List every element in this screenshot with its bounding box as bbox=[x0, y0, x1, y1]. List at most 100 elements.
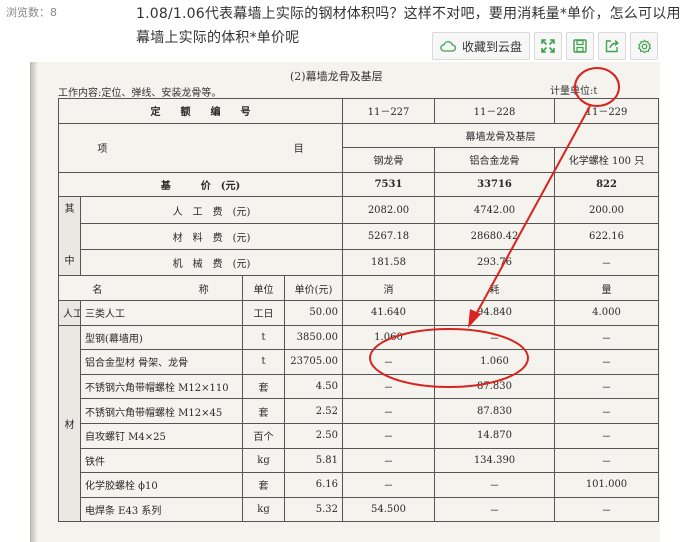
material-group-label: 材 bbox=[58, 324, 81, 523]
row-value: 101.000 bbox=[554, 472, 659, 498]
cost-cell: 181.58 bbox=[342, 249, 435, 277]
code-label: 定 额 编 号 bbox=[58, 98, 343, 124]
unit-header: 单位 bbox=[242, 275, 285, 301]
cost-cell: － bbox=[554, 249, 659, 277]
row-price: 5.81 bbox=[284, 447, 343, 474]
row-unit: 套 bbox=[242, 373, 285, 400]
scanned-document-image: (2)幕墙龙骨及基层 工作内容:定位、弹线、安装龙骨等。 计量单位:t 定 额 … bbox=[30, 62, 660, 542]
code-cell: 11－228 bbox=[434, 98, 555, 124]
cost-label: 材 料 费 (元) bbox=[80, 222, 343, 251]
row-price: 6.16 bbox=[284, 472, 343, 498]
row-value: － bbox=[434, 472, 555, 498]
row-unit: 套 bbox=[242, 472, 285, 498]
row-value: － bbox=[342, 349, 435, 375]
row-name: 不锈钢六角带帽螺栓 M12×110 bbox=[80, 373, 243, 400]
save-button[interactable] bbox=[566, 32, 594, 60]
settings-button[interactable] bbox=[630, 32, 658, 60]
group-header-row: 项 目 幕墙龙骨及基层 bbox=[58, 122, 659, 173]
item-label-2: 目 bbox=[293, 144, 304, 156]
consumption-header: 消 bbox=[342, 275, 435, 301]
share-button[interactable] bbox=[598, 32, 626, 60]
row-unit: 百个 bbox=[242, 422, 285, 449]
row-value: － bbox=[342, 472, 435, 498]
base-price-cell: 33716 bbox=[434, 171, 555, 198]
code-cell: 11－229 bbox=[554, 98, 659, 124]
cost-row: 材 料 费 (元) 5267.18 28680.42 622.16 bbox=[59, 222, 659, 251]
row-name: 化学胶螺栓 ϕ10 bbox=[80, 472, 243, 498]
table-row: 不锈钢六角带帽螺栓 M12×45 套 2.52 － 87.830 － bbox=[59, 398, 659, 424]
base-price-label: 基 价 (元) bbox=[58, 171, 343, 198]
row-value: 87.830 bbox=[434, 373, 555, 400]
table-row: 铁件 kg 5.81 － 134.390 － bbox=[59, 447, 659, 474]
row-value: 41.640 bbox=[342, 299, 435, 326]
row-value: － bbox=[342, 398, 435, 424]
row-value: 94.840 bbox=[434, 299, 555, 326]
row-unit: kg bbox=[242, 447, 285, 474]
row-value: － bbox=[554, 398, 659, 424]
subheader-cell: 钢龙骨 bbox=[342, 147, 435, 173]
code-cell: 11－227 bbox=[342, 98, 435, 124]
row-price: 2.52 bbox=[284, 398, 343, 424]
table-row: 化学胶螺栓 ϕ10 套 6.16 － － 101.000 bbox=[59, 472, 659, 498]
table-row: 自攻螺钉 M4×25 百个 2.50 － 14.870 － bbox=[59, 422, 659, 449]
row-name: 电焊条 E43 系列 bbox=[80, 496, 243, 523]
fullscreen-icon bbox=[541, 39, 555, 53]
base-price-cell: 822 bbox=[554, 171, 659, 198]
row-value: － bbox=[434, 324, 555, 351]
row-value: 87.830 bbox=[434, 398, 555, 424]
row-value: 4.000 bbox=[554, 299, 659, 326]
row-value: 1.060 bbox=[434, 349, 555, 375]
cost-cell: 200.00 bbox=[554, 196, 659, 224]
group-header: 幕墙龙骨及基层 bbox=[342, 122, 659, 149]
table-row: 铝合金型材 骨架、龙骨 t 23705.00 － 1.060 － bbox=[59, 349, 659, 375]
fullscreen-button[interactable] bbox=[534, 32, 562, 60]
item-label-cell: 项 目 bbox=[58, 122, 343, 173]
base-price-cell: 7531 bbox=[342, 171, 435, 198]
cost-cell: 622.16 bbox=[554, 222, 659, 251]
code-row: 定 额 编 号 11－227 11－228 11－229 bbox=[58, 98, 659, 124]
cost-row: 机 械 费 (元) 181.58 293.76 － bbox=[59, 249, 659, 277]
row-unit: t bbox=[242, 324, 285, 351]
image-toolbar: 收藏到云盘 bbox=[432, 32, 658, 60]
row-unit: kg bbox=[242, 496, 285, 523]
row-value: － bbox=[554, 422, 659, 449]
table-row: 人工 三类人工 工日 50.00 41.640 94.840 4.000 bbox=[58, 299, 659, 326]
row-price: 2.50 bbox=[284, 422, 343, 449]
consumption-header: 量 bbox=[554, 275, 659, 301]
measurement-unit: 计量单位:t bbox=[550, 86, 598, 97]
page-edge-shadow bbox=[30, 62, 38, 542]
save-to-cloud-label: 收藏到云盘 bbox=[461, 39, 522, 54]
row-value: － bbox=[342, 422, 435, 449]
document-title: (2)幕墙龙骨及基层 bbox=[290, 70, 383, 83]
row-price: 23705.00 bbox=[284, 349, 343, 375]
row-value: － bbox=[342, 447, 435, 474]
row-value: － bbox=[554, 324, 659, 351]
row-price: 5.32 bbox=[284, 496, 343, 523]
row-value: － bbox=[342, 373, 435, 400]
row-unit: 套 bbox=[242, 398, 285, 424]
settings-icon bbox=[637, 39, 652, 54]
row-value: 1.060 bbox=[342, 324, 435, 351]
row-value: 54.500 bbox=[342, 496, 435, 523]
row-name: 不锈钢六角带帽螺栓 M12×45 bbox=[80, 398, 243, 424]
labor-group-label: 人工 bbox=[58, 299, 81, 326]
table-row: 材 型钢(幕墙用) t 3850.00 1.060 － － bbox=[58, 324, 659, 523]
view-count: 浏览数：8 bbox=[6, 6, 57, 19]
row-name: 型钢(幕墙用) bbox=[80, 324, 243, 351]
row-value: 14.870 bbox=[434, 422, 555, 449]
cost-cell: 4742.00 bbox=[434, 196, 555, 224]
row-price: 4.50 bbox=[284, 373, 343, 400]
among-label-2: 中 bbox=[64, 256, 75, 268]
consumption-header: 耗 bbox=[434, 275, 555, 301]
name-header-2: 称 bbox=[198, 284, 209, 296]
among-label-cell: 其 中 bbox=[58, 196, 81, 277]
row-unit: 工日 bbox=[242, 299, 285, 326]
row-name: 铁件 bbox=[80, 447, 243, 474]
row-price: 3850.00 bbox=[284, 324, 343, 351]
save-to-cloud-button[interactable]: 收藏到云盘 bbox=[432, 32, 530, 60]
cost-cell: 5267.18 bbox=[342, 222, 435, 251]
among-label-1: 其 bbox=[64, 204, 75, 216]
row-price: 50.00 bbox=[284, 299, 343, 326]
base-price-row: 基 价 (元) 7531 33716 822 bbox=[58, 171, 659, 198]
share-icon bbox=[605, 39, 619, 53]
